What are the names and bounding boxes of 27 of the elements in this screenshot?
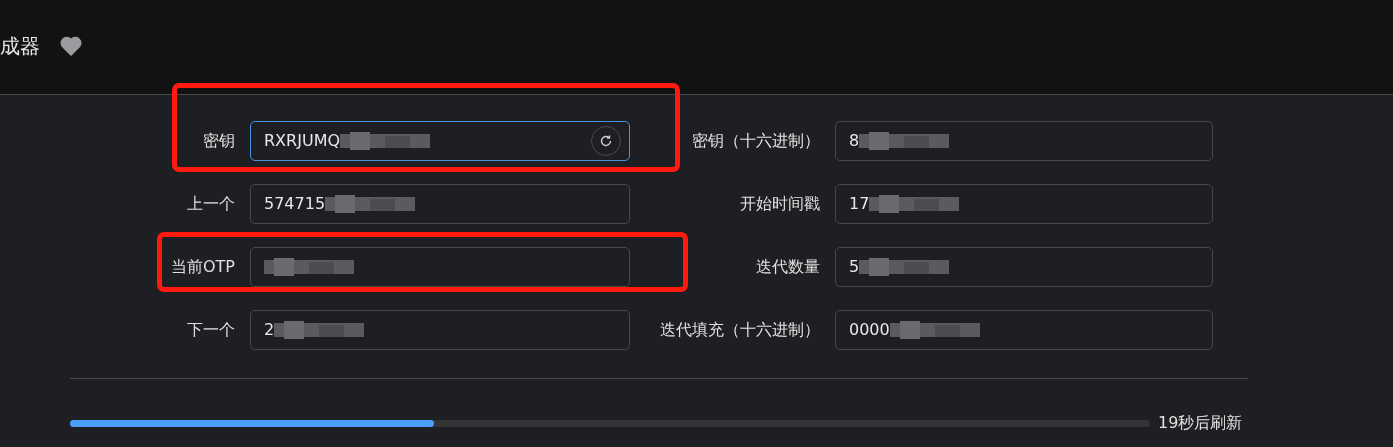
- field-value: 2: [264, 319, 275, 341]
- text-field[interactable]: 17: [835, 184, 1213, 224]
- field-value: RXRJUMQ: [264, 130, 341, 152]
- text-field[interactable]: RXRJUMQ: [250, 121, 630, 161]
- field-label: 上一个: [186, 193, 236, 215]
- field-value: 5: [849, 256, 860, 278]
- refresh-countdown: 19秒后刷新: [1158, 412, 1243, 434]
- text-field[interactable]: 2: [250, 310, 630, 350]
- text-field[interactable]: [250, 247, 630, 287]
- text-field[interactable]: 574715: [250, 184, 630, 224]
- field-label: 当前OTP: [170, 256, 236, 278]
- field-label: 密钥（十六进制）: [691, 130, 821, 152]
- text-field[interactable]: 0000: [835, 310, 1213, 350]
- field-value: 0000: [849, 319, 890, 341]
- field-value: 17: [849, 193, 870, 215]
- heart-icon[interactable]: [60, 36, 82, 56]
- field-label: 密钥: [202, 130, 236, 152]
- field-label: 开始时间戳: [739, 193, 821, 215]
- text-field[interactable]: 8: [835, 121, 1213, 161]
- field-label: 下一个: [186, 319, 236, 341]
- text-field[interactable]: 5: [835, 247, 1213, 287]
- field-value: 8: [849, 130, 860, 152]
- refresh-icon: [599, 134, 613, 148]
- page-title: 成器: [0, 33, 40, 60]
- field-label: 迭代数量: [755, 256, 821, 278]
- field-label: 迭代填充（十六进制）: [659, 319, 821, 341]
- field-value: 574715: [264, 193, 326, 215]
